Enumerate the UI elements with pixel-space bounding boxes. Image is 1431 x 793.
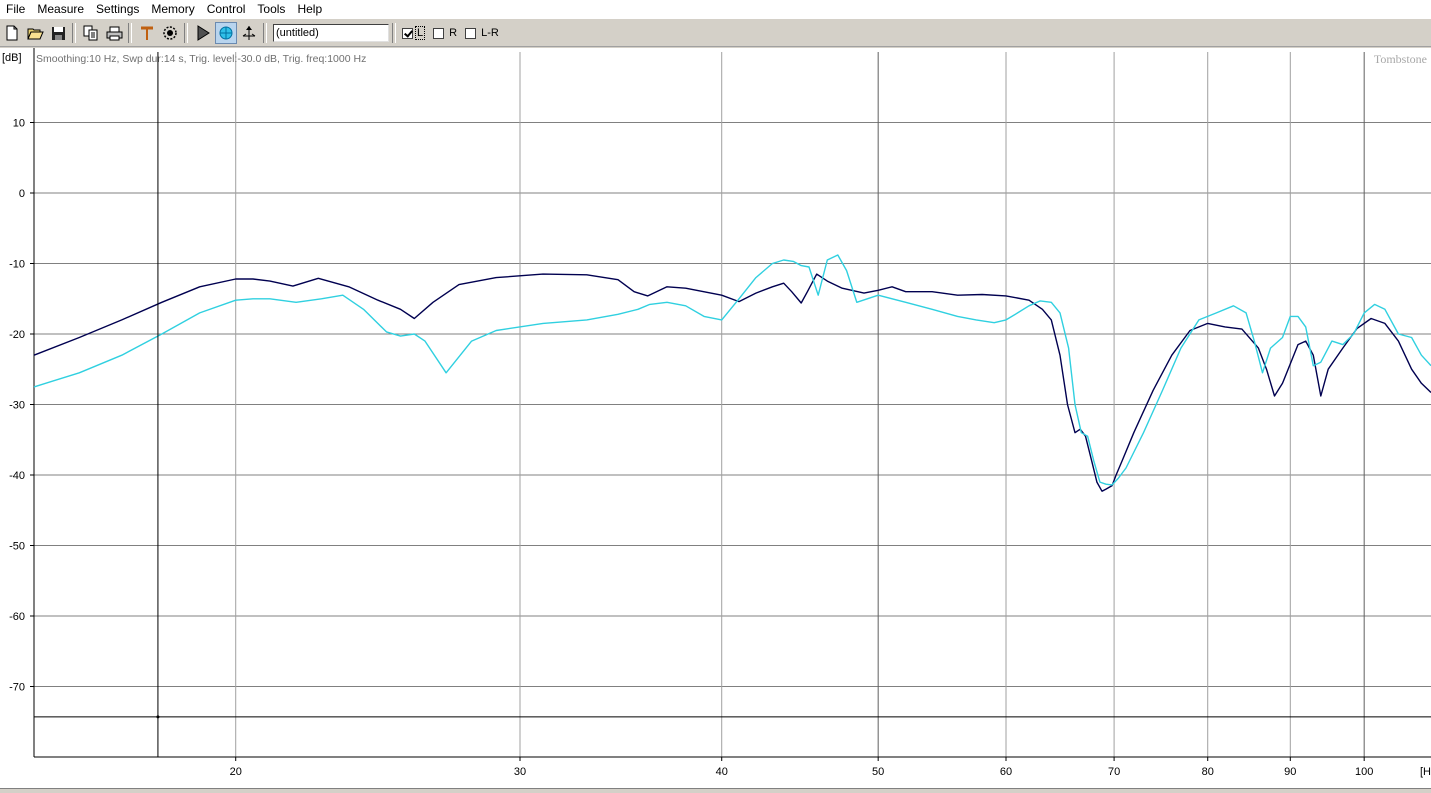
x-axis-label: [H bbox=[1420, 766, 1431, 778]
menu-bar: File Measure Settings Memory Control Too… bbox=[0, 0, 1431, 20]
measure-sphere-icon[interactable] bbox=[215, 22, 237, 44]
menu-measure[interactable]: Measure bbox=[31, 0, 90, 19]
tombstone-watermark: Tombstone bbox=[1374, 52, 1427, 66]
toolbar-separator bbox=[128, 23, 132, 43]
menu-memory[interactable]: Memory bbox=[145, 0, 200, 19]
menu-control[interactable]: Control bbox=[201, 0, 252, 19]
x-tick-label: 60 bbox=[1000, 766, 1012, 778]
menu-file[interactable]: File bbox=[0, 0, 31, 19]
new-file-icon[interactable] bbox=[1, 22, 23, 44]
y-axis-label: [dB] bbox=[2, 52, 22, 64]
toolbar-separator bbox=[184, 23, 188, 43]
menu-tools[interactable]: Tools bbox=[251, 0, 291, 19]
channel-r-label: R bbox=[449, 27, 458, 39]
y-tick-label: -20 bbox=[9, 329, 25, 341]
channel-r-checkbox[interactable] bbox=[433, 27, 445, 39]
channel-lr-checkbox[interactable] bbox=[465, 27, 477, 39]
marker-icon[interactable] bbox=[136, 22, 158, 44]
toolbar-separator bbox=[263, 23, 267, 43]
toolbar-separator bbox=[72, 23, 76, 43]
save-disk-icon[interactable] bbox=[47, 22, 69, 44]
y-tick-label: 0 bbox=[19, 188, 25, 200]
y-tick-label: 10 bbox=[13, 118, 25, 130]
menu-settings[interactable]: Settings bbox=[90, 0, 145, 19]
x-tick-label: 70 bbox=[1108, 766, 1120, 778]
y-tick-label: -60 bbox=[9, 611, 25, 623]
frequency-response-chart[interactable]: 100-10-20-30-40-50-60-7020 30 40 50 60 70 80 90… bbox=[0, 48, 1431, 788]
y-tick-label: -50 bbox=[9, 541, 25, 553]
channel-l-checkbox[interactable] bbox=[402, 27, 413, 39]
status-bar bbox=[0, 788, 1431, 793]
play-icon[interactable] bbox=[192, 22, 214, 44]
x-tick-label: 30 bbox=[514, 766, 526, 778]
x-tick-label: 50 bbox=[872, 766, 884, 778]
chart-area: 10 0 -10 -20 -30 -40 -50 -60 -70 20 30 40 50 60 70 80 90… bbox=[0, 48, 1431, 788]
measurement-info-text: Smoothing:10 Hz, Swp dur:14 s, Trig. lev… bbox=[36, 53, 366, 65]
toolbar-separator bbox=[392, 23, 396, 43]
toolbar: L R L-R bbox=[0, 20, 1431, 47]
copy-icon[interactable] bbox=[80, 22, 102, 44]
y-tick-label: -30 bbox=[9, 400, 25, 412]
open-folder-icon[interactable] bbox=[24, 22, 46, 44]
series-line-2 bbox=[33, 254, 1431, 486]
x-tick-label: 100 bbox=[1355, 766, 1373, 778]
menu-help[interactable]: Help bbox=[291, 0, 328, 19]
measurement-title-input[interactable] bbox=[273, 24, 389, 42]
cursor-axes-icon[interactable] bbox=[238, 22, 260, 44]
print-icon[interactable] bbox=[103, 22, 125, 44]
x-tick-label: 80 bbox=[1202, 766, 1214, 778]
channel-l-label: L bbox=[415, 26, 426, 40]
cursor-point[interactable] bbox=[156, 715, 160, 719]
x-tick-label: 40 bbox=[716, 766, 728, 778]
x-tick-label: 20 bbox=[230, 766, 242, 778]
channel-lr-label: L-R bbox=[481, 27, 499, 39]
y-tick-label: -70 bbox=[9, 682, 25, 694]
x-tick-label: 90 bbox=[1284, 766, 1296, 778]
y-tick-label: -10 bbox=[9, 259, 25, 271]
y-tick-label: -40 bbox=[9, 470, 25, 482]
target-icon[interactable] bbox=[159, 22, 181, 44]
